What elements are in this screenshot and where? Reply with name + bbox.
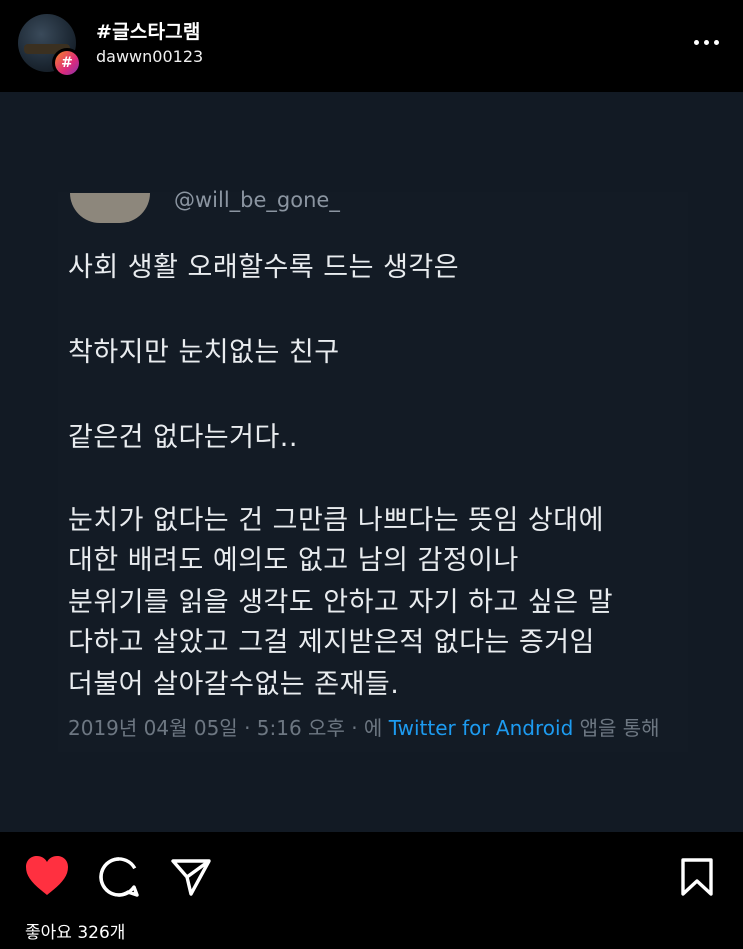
tweet-line: 착하지만 눈치없는 친구 [68,337,340,368]
tweet-handle: @will_be_gone_ [174,188,340,212]
tweet-line: 분위기를 읽을 생각도 안하고 자기 하고 싶은 말 [68,587,614,618]
more-dot [704,40,709,45]
tweet-line: 사회 생활 오래할수록 드는 생각은 [68,252,460,283]
comment-icon[interactable] [98,856,140,898]
post-header: # #글스타그램 dawwn00123 [0,0,743,92]
hashtag-title[interactable]: #글스타그램 [96,17,201,44]
tweet-line: 대한 배려도 예의도 없고 남의 감정이나 [68,545,519,576]
tweet-line: 더불어 살아갈수없는 존재들. [68,669,400,700]
tweet-line: 눈치가 없다는 건 그만큼 나쁘다는 뜻임 상대에 [68,505,604,536]
username[interactable]: dawwn00123 [96,47,203,66]
tweet-line: 다하고 살았고 그걸 제지받은적 없다는 증거임 [68,627,595,658]
tweet-line: 같은건 없다는거다.. [68,422,298,453]
like-count[interactable]: 좋아요 326개 [25,918,125,943]
more-options-icon[interactable] [694,40,719,45]
tweet-meta: 2019년 04월 05일 · 5:16 오후 · 에 Twitter for … [68,712,660,741]
tweet-meta-suffix: 앱을 통해 [573,716,660,740]
more-dot [714,40,719,45]
send-icon[interactable] [170,857,212,897]
tweet-date: 2019년 04월 05일 · 5:16 오후 · 에 [68,716,389,740]
tweet-source-link: Twitter for Android [388,716,574,740]
more-dot [694,40,699,45]
hashtag-icon: # [55,51,79,75]
heart-icon[interactable] [24,855,70,897]
hashtag-badge: # [52,48,82,78]
bookmark-icon[interactable] [680,857,714,897]
